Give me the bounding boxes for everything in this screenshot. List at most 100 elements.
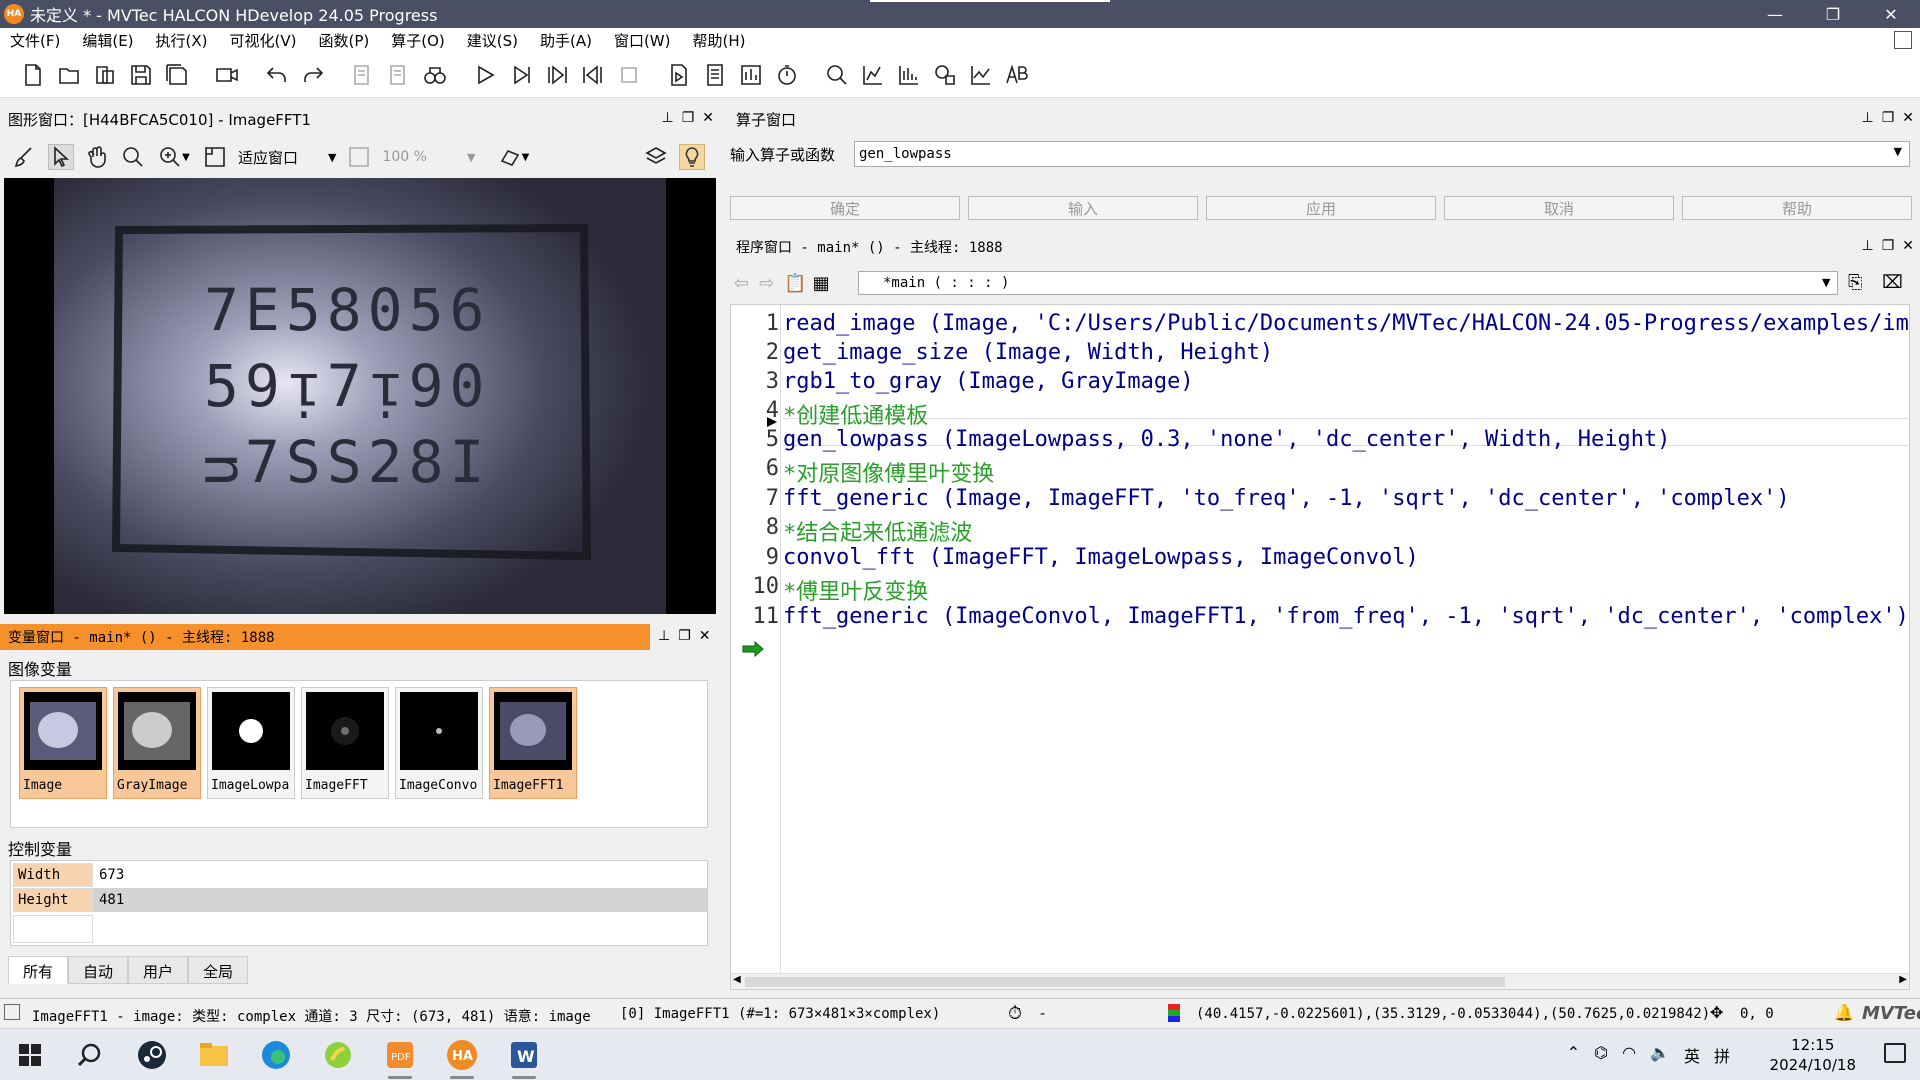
image-var-grayimage[interactable]: GrayImage [113,687,201,799]
image-var-imagefft1[interactable]: ImageFFT1 [489,687,577,799]
table-row[interactable]: Height 481 [13,888,707,912]
menu-execute[interactable]: 执行(X) [156,30,208,51]
cancel-button[interactable]: 取消 [1444,196,1674,220]
layers-icon[interactable] [643,144,669,170]
gray-histogram-icon[interactable] [860,62,886,88]
code-line[interactable]: rgb1_to_gray (Image, GrayImage) [783,369,1194,394]
code-line[interactable]: convol_fft (ImageFFT, ImageLowpass, Imag… [783,545,1419,570]
menu-suggestions[interactable]: 建议(S) [467,30,518,51]
ok-button[interactable]: 确定 [730,196,960,220]
volume-icon[interactable]: 🔈 [1650,1043,1670,1067]
steam-icon[interactable] [134,1037,170,1073]
clear-window-icon[interactable] [12,144,38,170]
procedure-doc-icon[interactable]: ⎘ [1848,272,1862,293]
close-icon[interactable]: ✕ [1902,238,1914,254]
edge-browser-icon[interactable] [258,1037,294,1073]
pin-icon[interactable]: ⊥ [658,628,670,644]
step-out-icon[interactable] [580,62,606,88]
ime-language[interactable]: 英 [1684,1043,1700,1067]
code-comment[interactable]: *对原图像傅里叶变换 [783,456,994,488]
fit-window-icon[interactable] [202,144,228,170]
menu-operators[interactable]: 算子(O) [391,30,445,51]
image-var-image[interactable]: Image [19,687,107,799]
graphics-canvas[interactable]: 7E58056 59ᴉ7ᴉ90 ᴝ7SS28I [4,178,716,614]
restore-button[interactable]: ❐ [1804,0,1862,28]
program-editor[interactable]: 1 read_image (Image, 'C:/Users/Public/Do… [730,304,1910,990]
code-comment[interactable]: *傅里叶反变换 [783,574,928,606]
file-explorer-icon[interactable] [196,1037,232,1073]
back-arrow-icon[interactable]: ⇦ [734,273,749,294]
bell-icon[interactable]: 🔔 [1834,1003,1854,1022]
close-button[interactable]: ✕ [1862,0,1920,28]
program-listing-icon[interactable] [702,62,728,88]
undo-icon[interactable] [264,62,290,88]
clear-format-icon[interactable]: ⌧ [1882,272,1903,293]
pdf-app-icon[interactable]: PDF [382,1037,418,1079]
pin-icon[interactable]: ⊥ [1862,110,1874,126]
menu-help[interactable]: 帮助(H) [693,30,746,51]
horizontal-scrollbar[interactable]: ◀ ▶ [731,973,1909,989]
menu-assistants[interactable]: 助手(A) [540,30,592,51]
enter-button[interactable]: 输入 [968,196,1198,220]
zoom-window-icon[interactable] [824,62,850,88]
zoom-in-icon[interactable]: ▼ [156,144,192,170]
code-comment[interactable]: *创建低通模板 [783,398,928,430]
windows-start-icon[interactable] [12,1037,48,1073]
run-icon[interactable] [472,62,498,88]
tab-auto[interactable]: 自动 [68,956,129,984]
profiler-icon[interactable] [738,62,764,88]
image-var-imagefft[interactable]: ImageFFT [301,687,389,799]
draw-shape-icon[interactable]: ▼ [493,144,533,170]
notification-icon[interactable] [1884,1043,1906,1063]
find-icon[interactable] [422,62,448,88]
menu-visualize[interactable]: 可视化(V) [230,30,297,51]
apply-button[interactable]: 应用 [1206,196,1436,220]
search-icon[interactable] [72,1037,108,1073]
tab-user[interactable]: 用户 [128,956,189,984]
feature-histogram-icon[interactable] [896,62,922,88]
tab-all[interactable]: 所有 [8,956,69,984]
close-icon[interactable]: ✕ [699,628,711,644]
float-icon[interactable]: ❐ [1882,238,1895,254]
chevron-up-icon[interactable]: ⌃ [1567,1043,1580,1067]
feature-inspection-icon[interactable] [932,62,958,88]
operator-dropdown-chevron-down-icon[interactable]: ▼ [1894,145,1902,158]
menu-procedures[interactable]: 函数(P) [318,30,369,51]
reset-program-icon[interactable] [666,62,692,88]
code-line[interactable]: get_image_size (Image, Width, Height) [783,340,1273,365]
save-all-icon[interactable] [164,62,190,88]
step-over-icon[interactable] [508,62,534,88]
help-button[interactable]: 帮助 [1682,196,1912,220]
pointer-icon[interactable] [48,144,74,170]
forward-arrow-icon[interactable]: ⇨ [759,273,774,294]
pin-icon[interactable]: ⊥ [662,110,674,126]
network-icon[interactable]: ⌬ [1594,1043,1608,1067]
float-icon[interactable]: ❐ [1882,110,1895,126]
pin-icon[interactable]: ⊥ [1862,238,1874,254]
save-icon[interactable] [128,62,154,88]
bulb-icon[interactable] [679,144,706,170]
halcon-taskbar-icon[interactable]: HA [444,1037,480,1079]
close-icon[interactable]: ✕ [1902,110,1914,126]
procedure-select[interactable]: *main ( : : : ) [858,271,1838,295]
table-row[interactable]: Width 673 [13,863,707,887]
menu-edit[interactable]: 编辑(E) [82,30,133,51]
pan-icon[interactable] [84,144,110,170]
step-into-icon[interactable] [544,62,570,88]
clipboard-icon[interactable]: 📋 [784,273,806,294]
code-comment[interactable]: *结合起来低通滤波 [783,515,972,547]
code-line[interactable]: fft_generic (Image, ImageFFT, 'to_freq',… [783,486,1790,511]
magnify-icon[interactable] [120,144,146,170]
operator-input[interactable]: gen_lowpass [854,141,1910,167]
tab-global[interactable]: 全局 [188,956,249,984]
ocr-assistant-icon[interactable] [1004,62,1030,88]
clock[interactable]: 12:15 2024/10/18 [1770,1035,1856,1075]
fit-window-label[interactable]: 适应窗口 [238,147,298,168]
open-example-icon[interactable] [92,62,118,88]
code-line[interactable]: fft_generic (ImageConvol, ImageFFT1, 'fr… [783,604,1909,629]
fit-dropdown-chevron-down-icon[interactable]: ▼ [328,151,336,164]
minimize-button[interactable]: — [1746,0,1804,28]
dock-layout-icon[interactable] [1894,31,1912,49]
code-line[interactable]: read_image (Image, 'C:/Users/Public/Docu… [783,311,1909,336]
redo-icon[interactable] [300,62,326,88]
